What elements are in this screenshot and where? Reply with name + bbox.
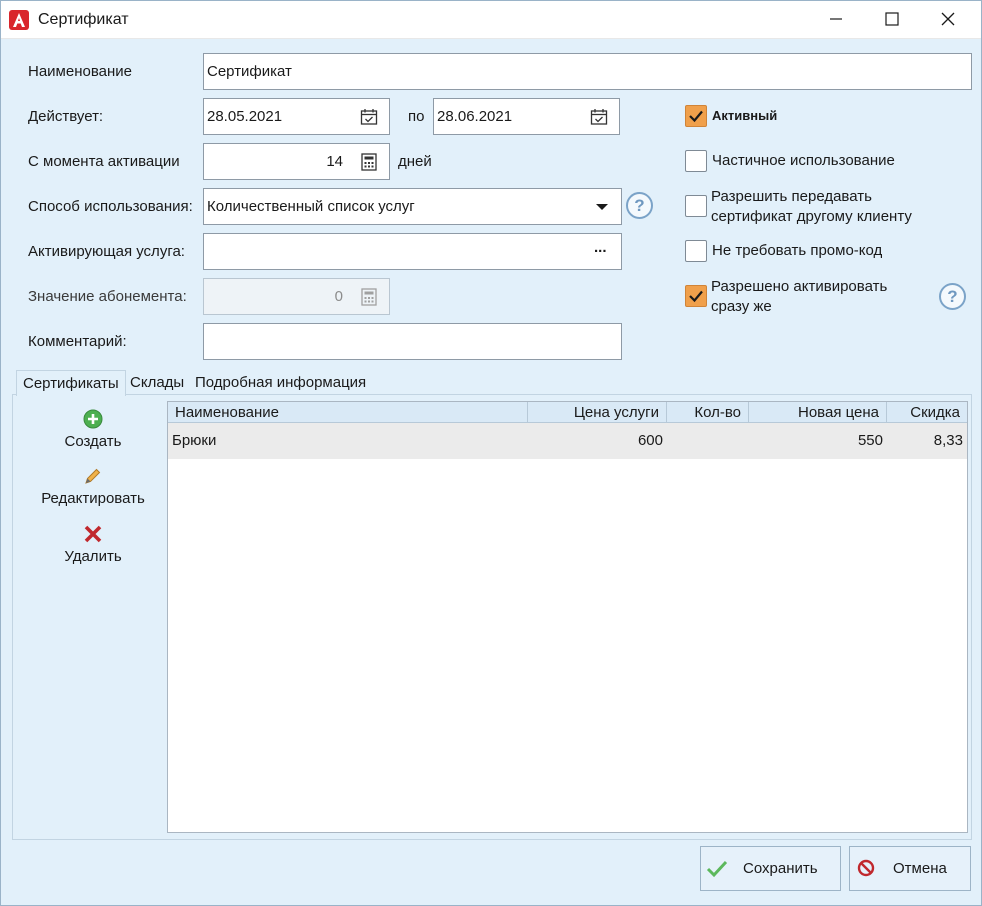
table-row[interactable]: Брюки 600 550 8,33 (168, 423, 967, 459)
valid-label: Действует: (28, 108, 104, 125)
activate-immediately-label-line1: Разрешено активировать (711, 278, 888, 295)
certificate-dialog: Сертификат Наименование Сертификат Дейст… (0, 0, 982, 906)
date-to-field[interactable]: 28.06.2021 (433, 98, 620, 135)
usage-select[interactable]: Количественный список услуг (203, 188, 622, 225)
col-header-new-price[interactable]: Новая цена (749, 402, 887, 423)
name-label: Наименование (28, 63, 132, 80)
activate-help-icon[interactable]: ? (939, 283, 966, 310)
cell-price: 600 (637, 432, 663, 449)
comment-label: Комментарий: (28, 333, 127, 350)
maximize-icon (885, 12, 899, 26)
calendar-icon[interactable] (590, 108, 608, 126)
save-label: Сохранить (743, 860, 818, 877)
activation-days-stepper[interactable]: 14 (203, 143, 390, 180)
cell-discount: 8,33 (933, 432, 963, 449)
usage-label: Способ использования: (28, 198, 193, 215)
window-title: Сертификат (38, 11, 129, 28)
activate-immediately-label-line2: сразу же (711, 298, 772, 315)
cancel-button[interactable]: Отмена (849, 846, 971, 891)
chevron-down-icon (596, 204, 608, 210)
minimize-button[interactable] (808, 1, 864, 37)
calculator-icon[interactable] (360, 153, 378, 171)
col-header-name[interactable]: Наименование (168, 402, 528, 423)
calculator-icon (361, 288, 377, 306)
activation-label: С момента активации (28, 153, 180, 170)
pencil-icon (85, 468, 101, 484)
partial-use-checkbox[interactable] (685, 150, 707, 172)
date-separator-label: по (408, 108, 425, 125)
close-button[interactable] (920, 1, 976, 37)
active-checkbox[interactable] (685, 105, 707, 127)
delete-button[interactable]: Удалить (23, 524, 163, 565)
activating-service-field[interactable]: ... (203, 233, 622, 270)
tab-certificates[interactable]: Сертификаты (16, 370, 126, 396)
table-header: Наименование Цена услуги Кол-во Новая це… (168, 402, 967, 423)
ellipsis-button[interactable]: ... (594, 234, 607, 265)
tab-warehouses[interactable]: Склады (124, 370, 190, 395)
transfer-checkbox[interactable] (685, 195, 707, 217)
usage-help-icon[interactable]: ? (626, 192, 653, 219)
app-logo-a-icon (9, 10, 29, 30)
create-button[interactable]: Создать (23, 409, 163, 450)
activate-immediately-checkbox[interactable] (685, 285, 707, 307)
comment-field[interactable] (203, 323, 622, 360)
save-button[interactable]: Сохранить (700, 846, 841, 891)
close-icon (941, 12, 955, 26)
no-promo-checkbox[interactable] (685, 240, 707, 262)
transfer-label-line1: Разрешить передавать (711, 188, 872, 205)
delete-label: Удалить (64, 548, 122, 565)
cell-name: Брюки (172, 432, 217, 449)
checkmark-icon (689, 290, 703, 303)
minimize-icon (830, 18, 842, 20)
title-bar: Сертификат (1, 1, 981, 39)
calendar-icon[interactable] (360, 108, 378, 126)
name-field[interactable]: Сертификат (203, 53, 972, 90)
active-label: Активный (712, 108, 778, 123)
cancel-icon (857, 859, 875, 877)
days-unit-label: дней (398, 153, 432, 170)
subscription-label: Значение абонемента: (28, 288, 187, 305)
cancel-label: Отмена (893, 860, 947, 877)
maximize-button[interactable] (864, 1, 920, 37)
checkmark-icon (689, 110, 703, 123)
cell-qty (667, 423, 749, 459)
transfer-label-line2: сертификат другому клиенту (711, 208, 912, 225)
activating-service-label: Активирующая услуга: (28, 243, 185, 260)
edit-button[interactable]: Редактировать (23, 466, 163, 507)
subscription-value-field: 0 (203, 278, 390, 315)
col-header-qty[interactable]: Кол-во (667, 402, 749, 423)
create-label: Создать (64, 433, 122, 450)
col-header-discount[interactable]: Скидка (887, 402, 967, 423)
delete-x-icon (84, 525, 102, 543)
date-from-field[interactable]: 28.05.2021 (203, 98, 390, 135)
add-icon (83, 409, 103, 429)
checkmark-icon (706, 860, 728, 878)
partial-use-label: Частичное использование (712, 152, 895, 169)
no-promo-label: Не требовать промо-код (712, 242, 883, 259)
tab-details[interactable]: Подробная информация (189, 370, 372, 395)
edit-label: Редактировать (41, 490, 145, 507)
col-header-price[interactable]: Цена услуги (528, 402, 667, 423)
certificates-table[interactable]: Наименование Цена услуги Кол-во Новая це… (167, 401, 968, 833)
cell-new-price: 550 (857, 432, 883, 449)
